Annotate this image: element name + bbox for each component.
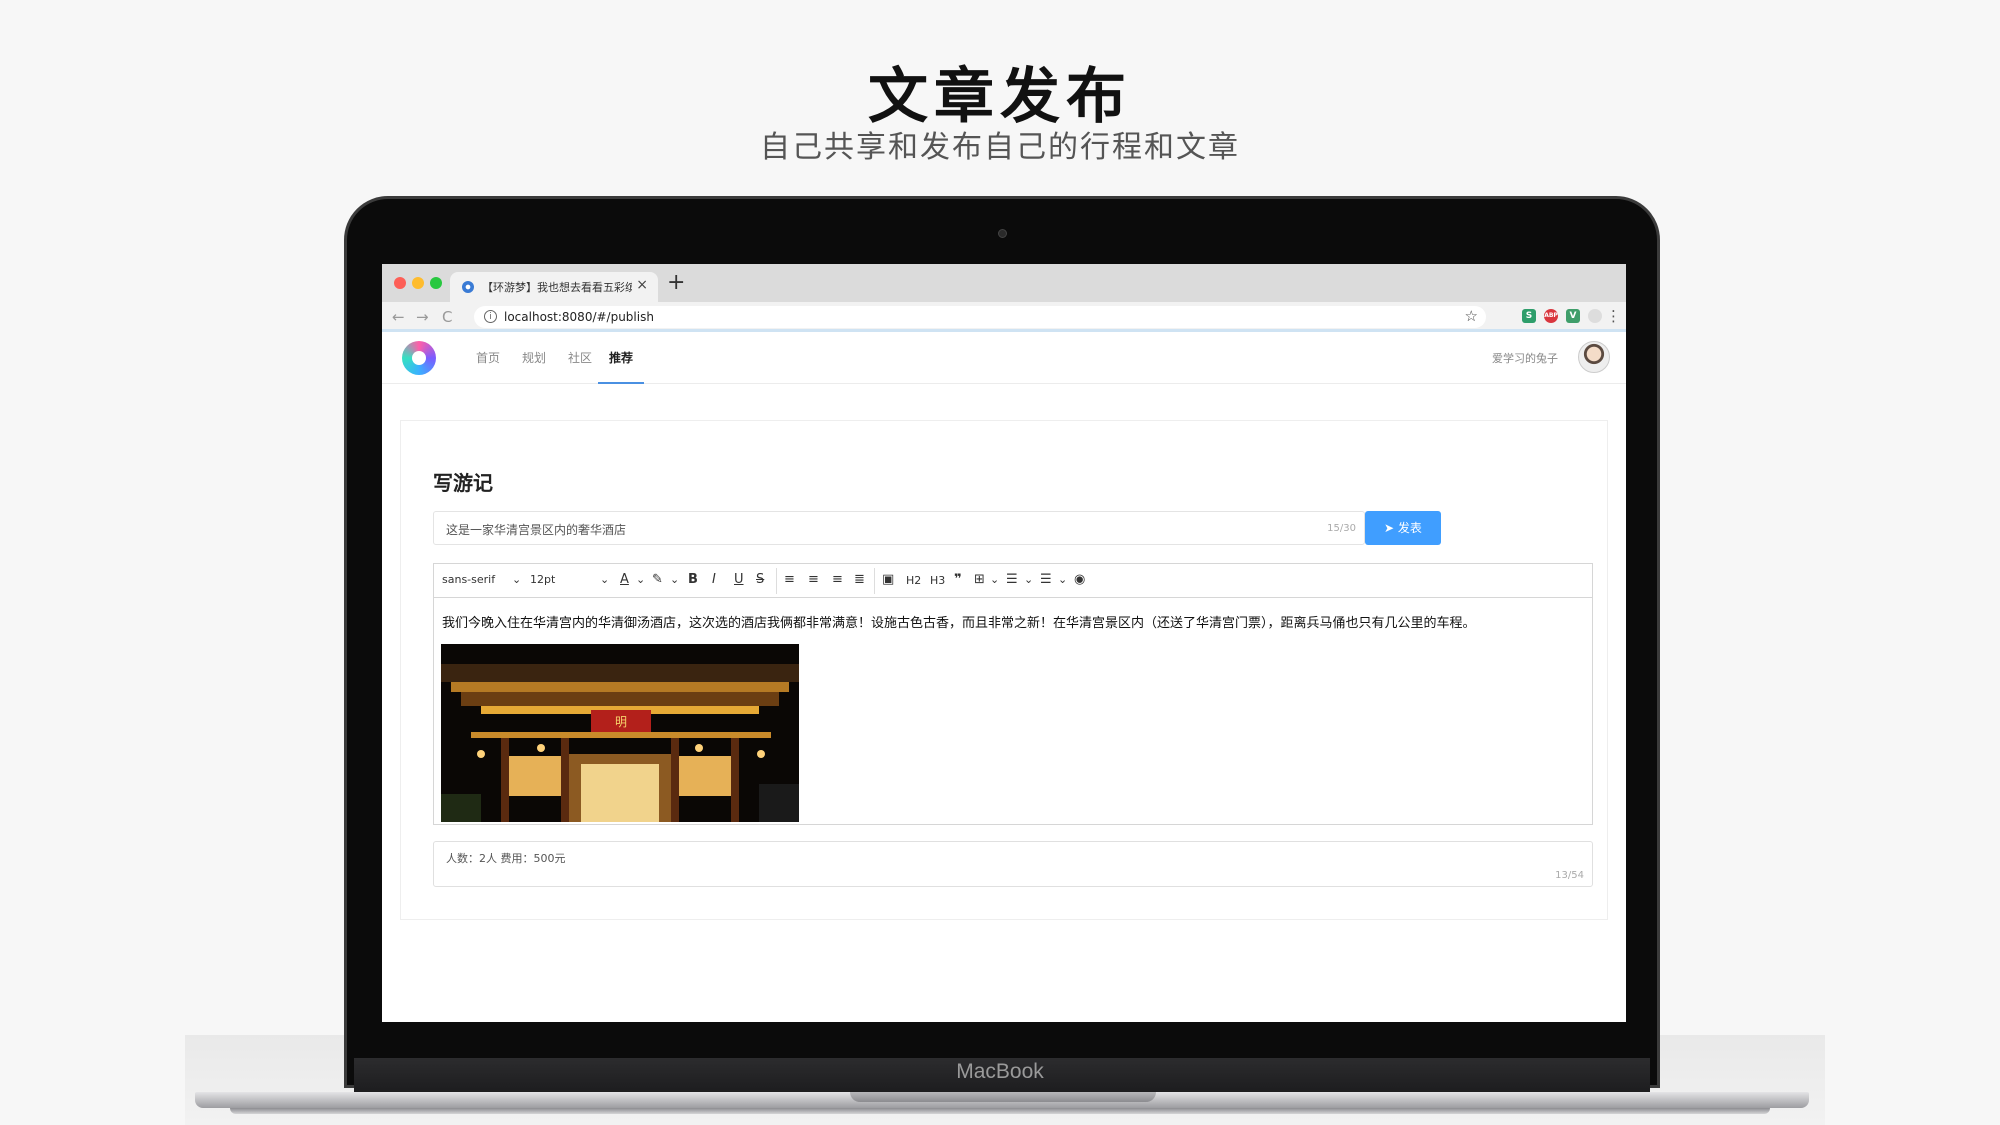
toolbar-divider bbox=[776, 568, 777, 594]
info-icon[interactable]: i bbox=[484, 310, 497, 323]
font-size-select[interactable]: 12pt bbox=[530, 573, 555, 586]
hero-subtitle: 自己共享和发布自己的行程和文章 bbox=[760, 130, 1240, 165]
s-extension-icon[interactable]: S bbox=[1522, 309, 1536, 323]
title-input[interactable]: 这是一家华清宫景区内的奢华酒店 15/30 bbox=[433, 511, 1365, 545]
publish-label: 发表 bbox=[1397, 521, 1422, 535]
strikethrough-icon[interactable]: S bbox=[756, 572, 764, 587]
vue-devtools-icon[interactable]: V bbox=[1566, 309, 1580, 323]
heading-2-button[interactable]: H2 bbox=[906, 574, 921, 587]
highlight-icon[interactable]: ✎ bbox=[652, 572, 663, 587]
username[interactable]: 爱学习的兔子 bbox=[1492, 350, 1558, 366]
quote-icon[interactable]: ❞ bbox=[954, 572, 962, 587]
profile-extension-icon[interactable] bbox=[1588, 309, 1602, 323]
app-navbar: 首页 规划 社区 推荐 爱学习的兔子 bbox=[382, 332, 1626, 384]
macbook-label: MacBook bbox=[956, 1060, 1044, 1083]
ordered-list-icon[interactable]: ☰ bbox=[1006, 572, 1018, 587]
underline-icon[interactable]: U bbox=[734, 572, 744, 587]
trip-note-textarea[interactable]: 人数：2人 费用：500元 13/54 bbox=[433, 841, 1593, 887]
editor-card: 写游记 这是一家华清宫景区内的奢华酒店 15/30 ➤ 发表 sans-seri… bbox=[400, 420, 1608, 920]
preview-eye-icon[interactable]: ◉ bbox=[1074, 572, 1085, 587]
nav-item-recommend[interactable]: 推荐 bbox=[598, 332, 644, 384]
maximize-window-button[interactable] bbox=[430, 277, 442, 289]
app-logo[interactable] bbox=[402, 341, 436, 375]
tab-title: 【环游梦】我也想去看看五彩缤纷 bbox=[482, 281, 632, 294]
publish-button[interactable]: ➤ 发表 bbox=[1365, 511, 1441, 545]
favicon-icon bbox=[462, 281, 474, 293]
font-family-select[interactable]: sans-serif bbox=[442, 573, 495, 586]
chevron-down-icon[interactable]: ⌄ bbox=[1024, 573, 1033, 586]
abp-extension-icon[interactable]: ABP bbox=[1544, 309, 1558, 323]
close-icon[interactable]: × bbox=[636, 277, 648, 293]
reload-icon[interactable]: C bbox=[442, 308, 452, 326]
heading-3-button[interactable]: H3 bbox=[930, 574, 945, 587]
chevron-down-icon[interactable]: ⌄ bbox=[512, 573, 521, 586]
table-icon[interactable]: ⊞ bbox=[974, 572, 985, 587]
italic-icon[interactable]: I bbox=[712, 572, 716, 587]
laptop-notch bbox=[850, 1092, 1156, 1102]
hotel-photo[interactable]: 明 bbox=[441, 644, 799, 822]
image-icon[interactable]: ▣ bbox=[882, 572, 894, 587]
minimize-window-button[interactable] bbox=[412, 277, 424, 289]
hotel-night-illustration: 明 bbox=[441, 644, 799, 822]
camera-icon bbox=[998, 229, 1007, 238]
nav-item-plan[interactable]: 规划 bbox=[514, 332, 554, 384]
toolbar-divider bbox=[874, 568, 875, 594]
laptop-screen: 【环游梦】我也想去看看五彩缤纷 × + ← → C i localhost:80… bbox=[382, 264, 1626, 1022]
font-color-icon[interactable]: A bbox=[620, 572, 629, 587]
hotel-plaque-text: 明 bbox=[615, 715, 627, 729]
editor-content-text[interactable]: 我们今晚入住在华清宫内的华清御汤酒店，这次选的酒店我俩都非常满意！设施古色古香，… bbox=[442, 612, 1476, 631]
chevron-down-icon[interactable]: ⌄ bbox=[670, 573, 679, 586]
bold-icon[interactable]: B bbox=[688, 572, 698, 587]
nav-item-home[interactable]: 首页 bbox=[468, 332, 508, 384]
forward-icon[interactable]: → bbox=[416, 308, 429, 326]
browser-toolbar: ← → C i localhost:8080/#/publish ☆ S ABP… bbox=[382, 302, 1626, 332]
nav-item-community[interactable]: 社区 bbox=[560, 332, 600, 384]
browser-tabbar: 【环游梦】我也想去看看五彩缤纷 × + bbox=[382, 264, 1626, 302]
title-input-value: 这是一家华清宫景区内的奢华酒店 bbox=[446, 523, 627, 537]
editor-toolbar: sans-serif ⌄ 12pt ⌄ A ⌄ ✎ ⌄ B I U S ≡ ≡ … bbox=[434, 564, 1592, 598]
laptop-foot bbox=[230, 1108, 1770, 1114]
avatar[interactable] bbox=[1578, 341, 1610, 373]
chevron-down-icon[interactable]: ⌄ bbox=[990, 573, 999, 586]
url-text: localhost:8080/#/publish bbox=[504, 310, 654, 324]
browser-tab[interactable]: 【环游梦】我也想去看看五彩缤纷 × bbox=[450, 272, 658, 302]
browser-menu-icon[interactable]: ⋮ bbox=[1606, 307, 1621, 325]
align-left-icon[interactable]: ≡ bbox=[784, 572, 795, 587]
bullet-list-icon[interactable]: ☰ bbox=[1040, 572, 1052, 587]
new-tab-button[interactable]: + bbox=[667, 270, 685, 295]
chevron-down-icon[interactable]: ⌄ bbox=[600, 573, 609, 586]
rich-text-editor: sans-serif ⌄ 12pt ⌄ A ⌄ ✎ ⌄ B I U S ≡ ≡ … bbox=[433, 563, 1593, 825]
align-right-icon[interactable]: ≡ bbox=[832, 572, 843, 587]
back-icon[interactable]: ← bbox=[392, 308, 405, 326]
align-justify-icon[interactable]: ≣ bbox=[854, 572, 865, 587]
trip-note-value: 人数：2人 费用：500元 bbox=[446, 852, 566, 865]
bookmark-star-icon[interactable]: ☆ bbox=[1465, 307, 1478, 325]
page-heading: 写游记 bbox=[433, 471, 493, 495]
presentation-stage: 文章发布 自己共享和发布自己的行程和文章 MacBook 【环游梦】我也想去看看… bbox=[0, 0, 2000, 1125]
chevron-down-icon[interactable]: ⌄ bbox=[636, 573, 645, 586]
title-char-counter: 15/30 bbox=[1327, 523, 1356, 534]
close-window-button[interactable] bbox=[394, 277, 406, 289]
send-icon: ➤ bbox=[1384, 521, 1398, 535]
align-center-icon[interactable]: ≡ bbox=[808, 572, 819, 587]
note-char-counter: 13/54 bbox=[1555, 870, 1584, 881]
chevron-down-icon[interactable]: ⌄ bbox=[1058, 573, 1067, 586]
address-bar[interactable]: i localhost:8080/#/publish ☆ bbox=[474, 306, 1486, 328]
